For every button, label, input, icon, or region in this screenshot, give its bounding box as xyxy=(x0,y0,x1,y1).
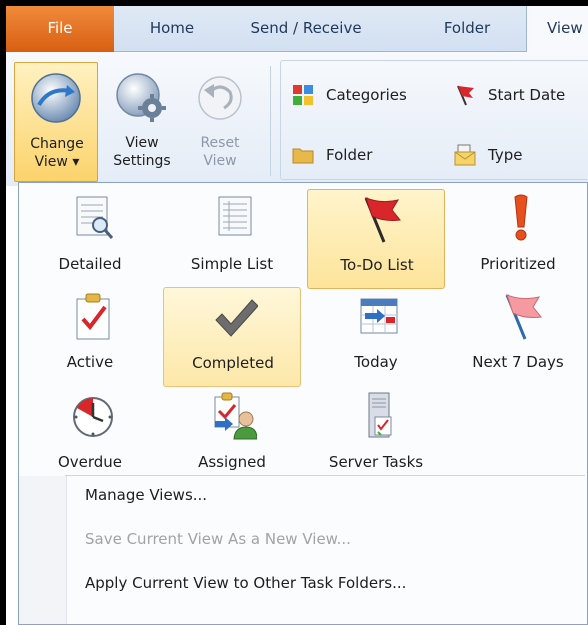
ribbon-separator xyxy=(270,66,271,176)
reset-view-icon xyxy=(190,68,248,126)
gallery-item-completed[interactable]: Completed xyxy=(163,287,301,387)
view-settings-button[interactable]: View Settings xyxy=(100,62,184,182)
todo-flag-icon xyxy=(358,194,402,244)
manage-views-menu-item[interactable]: Manage Views... xyxy=(85,481,207,509)
checkmark-icon xyxy=(214,292,259,342)
type-envelope-icon xyxy=(454,144,476,166)
tab-view[interactable]: View xyxy=(526,6,588,53)
arrangement-folder[interactable]: Folder xyxy=(292,142,442,168)
menu-gutter xyxy=(19,476,67,624)
calendar-today-icon xyxy=(357,291,401,341)
menu-separator xyxy=(65,475,585,476)
ribbon-tab-bar: File Home Send / Receive Folder View xyxy=(6,6,588,53)
overdue-clock-icon xyxy=(71,391,115,441)
change-view-label: Change View ▾ xyxy=(30,136,84,170)
start-date-flag-icon xyxy=(454,84,476,106)
view-settings-label: View Settings xyxy=(113,135,171,169)
tab-file[interactable]: File xyxy=(6,6,114,52)
save-current-view-menu-item[interactable]: Save Current View As a New View... xyxy=(85,525,351,553)
assigned-icon xyxy=(213,391,258,441)
exclamation-icon xyxy=(499,193,543,243)
tab-folder[interactable]: Folder xyxy=(424,6,510,52)
reset-view-button[interactable]: Reset View xyxy=(178,62,262,182)
detailed-view-icon xyxy=(71,193,115,243)
change-view-icon xyxy=(27,69,85,127)
arrangement-type[interactable]: Type xyxy=(454,142,584,168)
ribbon-panel: Change View ▾ View Settings Reset View C… xyxy=(6,52,588,186)
next-7-days-flag-icon xyxy=(499,291,543,341)
gallery-item-todo-list[interactable]: To-Do List xyxy=(307,189,445,289)
change-view-dropdown: Detailed Simple List To-Do List Prioriti… xyxy=(18,182,588,625)
gallery-item-simple-list[interactable]: Simple List xyxy=(163,189,301,289)
arrangement-categories[interactable]: Categories xyxy=(292,82,442,108)
simple-list-icon xyxy=(213,193,257,243)
view-settings-icon xyxy=(112,68,170,126)
tab-home[interactable]: Home xyxy=(126,6,218,52)
gallery-item-prioritized[interactable]: Prioritized xyxy=(449,189,587,289)
gallery-item-today[interactable]: Today xyxy=(307,287,445,387)
gallery-item-detailed[interactable]: Detailed xyxy=(21,189,159,289)
arrangement-start-date[interactable]: Start Date xyxy=(454,82,584,108)
tab-send-receive[interactable]: Send / Receive xyxy=(232,6,380,52)
gallery-item-overdue[interactable]: Overdue xyxy=(21,387,159,487)
gallery-item-active[interactable]: Active xyxy=(21,287,159,387)
view-gallery: Detailed Simple List To-Do List Prioriti… xyxy=(19,183,587,473)
gallery-item-assigned[interactable]: Assigned xyxy=(163,387,301,487)
server-tasks-icon xyxy=(357,391,401,441)
gallery-item-server-tasks[interactable]: Server Tasks xyxy=(307,387,445,487)
outlook-window: File Home Send / Receive Folder View Cha… xyxy=(6,6,588,625)
apply-current-view-menu-item[interactable]: Apply Current View to Other Task Folders… xyxy=(85,569,406,597)
categories-icon xyxy=(292,84,314,106)
folder-icon xyxy=(292,144,314,166)
active-clipboard-icon xyxy=(71,291,115,341)
reset-view-label: Reset View xyxy=(200,135,240,169)
change-view-button[interactable]: Change View ▾ xyxy=(14,62,98,182)
gallery-item-next-7-days[interactable]: Next 7 Days xyxy=(449,287,587,387)
